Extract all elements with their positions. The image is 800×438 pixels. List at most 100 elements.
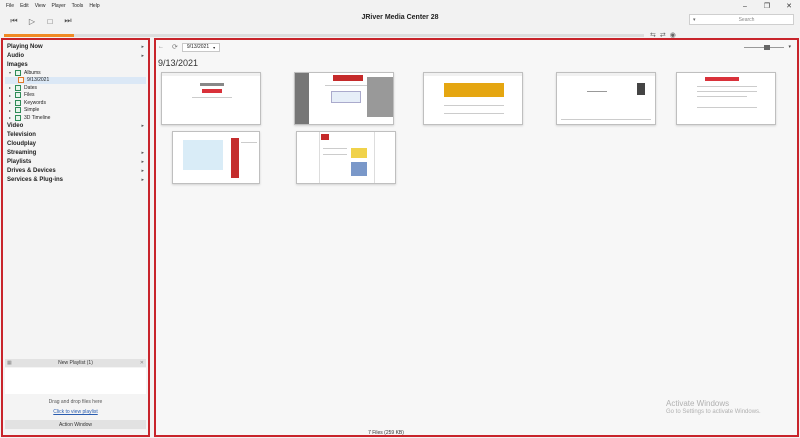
tree-item-images[interactable]: Images — [5, 60, 146, 69]
back-icon[interactable]: ← — [158, 44, 164, 50]
image-thumbnail[interactable] — [423, 72, 523, 125]
thumb-line — [561, 119, 651, 120]
tree-item-label: Images — [7, 61, 28, 68]
play-icon[interactable]: ▷ — [26, 15, 38, 27]
thumb-side-image — [367, 77, 393, 117]
keywords-icon — [15, 99, 21, 106]
window-title: JRiver Media Center 28 — [361, 14, 439, 21]
playlist-drop-area[interactable] — [5, 368, 146, 394]
thumb-line — [241, 142, 257, 143]
tree-item-streaming[interactable]: Streaming ▸ — [5, 149, 146, 158]
files-icon — [15, 92, 21, 99]
tree-item-label: Albums — [24, 69, 41, 76]
tree-item-label: Simple — [24, 107, 40, 114]
date-view-tab[interactable]: 9/13/2021 ▾ — [181, 42, 221, 52]
chevron-right-icon: ▸ — [141, 150, 144, 156]
close-button[interactable]: ✕ — [778, 0, 800, 12]
slider-track[interactable] — [744, 44, 785, 50]
thumb-line — [323, 154, 347, 155]
tree-item-keywords[interactable]: ▸ Keywords — [5, 99, 146, 107]
menu-tools[interactable]: Tools — [69, 3, 87, 9]
menu-player[interactable]: Player — [48, 3, 68, 9]
search-dropdown-icon[interactable]: ▾ — [693, 17, 703, 23]
tree-item-label: Playing Now — [7, 43, 43, 50]
playback-progress-bar[interactable] — [4, 34, 644, 37]
tree-item-simple[interactable]: ▸ Simple — [5, 107, 146, 115]
tree-item-label: Services & Plug-ins — [7, 177, 64, 183]
thumb-ad — [351, 148, 367, 158]
album-icon — [15, 69, 21, 76]
tree-item-3d-timeline[interactable]: ▸ 3D Timeline — [5, 114, 146, 122]
thumb-line — [697, 91, 757, 92]
image-thumbnail[interactable] — [172, 131, 260, 184]
refresh-icon[interactable]: ⟳ — [172, 43, 178, 51]
simple-icon — [15, 107, 21, 114]
image-thumbnail[interactable] — [296, 131, 396, 184]
image-thumbnail[interactable] — [556, 72, 656, 125]
tree-item-services-plugins[interactable]: Services & Plug-ins ▸ — [5, 176, 146, 185]
view-playlist-link[interactable]: Click to view playlist — [5, 409, 146, 415]
tree-item-label: Dates — [24, 84, 38, 91]
thumb-banner — [444, 83, 504, 97]
previous-icon[interactable]: ⏮ — [8, 15, 20, 27]
search-input[interactable]: Search — [703, 17, 790, 23]
thumb-line — [587, 91, 607, 92]
drop-hint-text: Drag and drop files here — [48, 399, 103, 405]
thumb-line — [697, 96, 747, 97]
tree-item-playing-now[interactable]: Playing Now ▸ — [5, 42, 146, 51]
tree-item-label: Keywords — [24, 99, 46, 106]
tree-item-label: Streaming — [7, 150, 37, 156]
chevron-right-icon: ▸ — [141, 123, 144, 129]
content-toolbar: ← ⟳ 9/13/2021 ▾ ▾ — [158, 42, 795, 52]
menu-file[interactable]: File — [0, 3, 17, 9]
search-box[interactable]: ▾ Search — [689, 14, 794, 25]
thumb-header — [557, 73, 655, 76]
tree-item-files[interactable]: ▸ Files — [5, 92, 146, 100]
thumb-logo — [705, 77, 739, 81]
menu-help[interactable]: Help — [86, 3, 102, 9]
tree-item-audio[interactable]: Audio ▸ — [5, 51, 146, 60]
tree-item-label: Video — [7, 123, 24, 129]
tree-item-label: Playlists — [7, 159, 32, 165]
thumb-apps — [231, 138, 239, 178]
tree-item-drives-devices[interactable]: Drives & Devices ▸ — [5, 167, 146, 176]
watermark-subtitle: Go to Settings to activate Windows. — [666, 409, 761, 415]
thumb-text — [200, 83, 224, 86]
image-thumbnail[interactable] — [676, 72, 776, 125]
tree-item-albums[interactable]: ▾ Albums — [5, 69, 146, 77]
thumb-line — [697, 107, 757, 108]
slider-handle[interactable] — [764, 44, 771, 50]
action-window-tab[interactable]: Action Window — [5, 420, 146, 429]
minimize-button[interactable]: – — [734, 0, 756, 12]
tree-item-label: Files — [24, 92, 35, 99]
close-icon[interactable]: ✕ — [140, 360, 144, 366]
group-heading: 9/13/2021 — [158, 58, 199, 68]
tree-item-date-selected[interactable]: 9/13/2021 — [5, 76, 146, 84]
thumb-logo — [321, 134, 329, 140]
thumb-line — [192, 97, 232, 98]
stop-icon[interactable]: □ — [44, 15, 56, 27]
tree-item-video[interactable]: Video ▸ — [5, 122, 146, 131]
tree-item-cloudplay[interactable]: Cloudplay — [5, 140, 146, 149]
folder-icon — [18, 77, 24, 84]
image-thumbnail[interactable] — [161, 72, 261, 125]
image-thumbnail[interactable] — [294, 72, 394, 125]
tree-item-playlists[interactable]: Playlists ▸ — [5, 158, 146, 167]
menu-edit[interactable]: Edit — [17, 3, 32, 9]
chevron-down-icon[interactable]: ▾ — [788, 44, 791, 50]
tree-item-television[interactable]: Television — [5, 131, 146, 140]
chevron-right-icon: ▸ — [141, 168, 144, 174]
menu-bar: File Edit View Player Tools Help — [0, 0, 800, 12]
thumb-header — [424, 73, 522, 76]
thumb-button — [202, 89, 222, 93]
grid-icon[interactable]: ▦ — [7, 360, 12, 366]
tree-item-label: Cloudplay — [7, 141, 37, 147]
playlist-header[interactable]: ▦ New Playlist (1) ✕ — [5, 359, 146, 367]
tree-item-dates[interactable]: ▸ Dates — [5, 84, 146, 92]
chevron-down-icon: ▾ — [213, 44, 216, 50]
menu-view[interactable]: View — [32, 3, 49, 9]
next-icon[interactable]: ⏭ — [62, 15, 74, 27]
thumb-line — [697, 86, 757, 87]
restore-button[interactable]: ❐ — [756, 0, 778, 12]
thumbnail-size-slider[interactable]: ▾ — [744, 44, 791, 50]
